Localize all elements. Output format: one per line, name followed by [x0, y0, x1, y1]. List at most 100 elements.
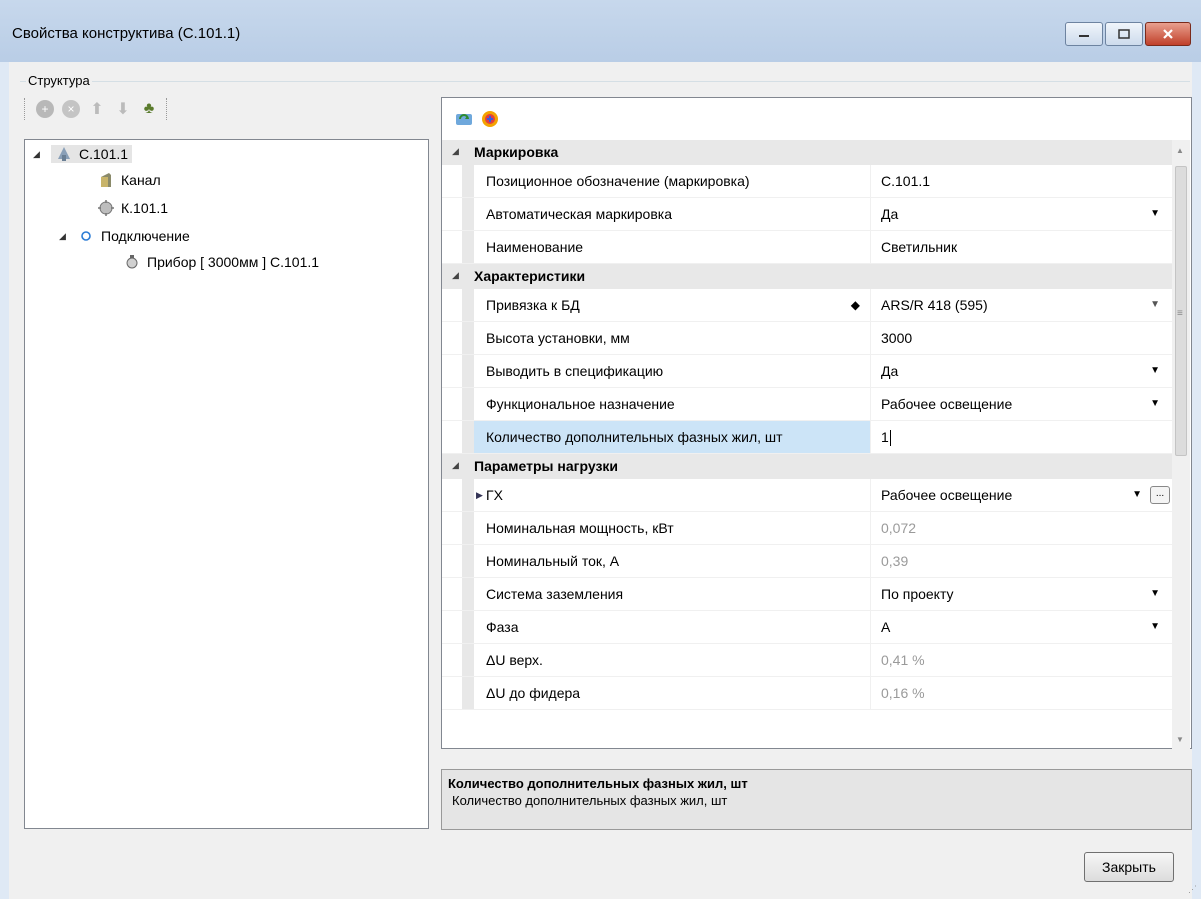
refresh-icon[interactable] — [454, 109, 474, 129]
property-value: 0,41 % — [870, 644, 1172, 676]
property-row[interactable]: Привязка к БД ◆ ARS/R 418 (595) ▼ — [442, 289, 1172, 322]
expand-icon[interactable]: ▶ — [476, 479, 483, 511]
property-name: Количество дополнительных фазных жил, шт — [462, 421, 870, 453]
property-value: 0,072 — [870, 512, 1172, 544]
property-value[interactable]: Рабочее освещение ▼... — [870, 479, 1172, 511]
property-name: Система заземления — [462, 578, 870, 610]
collapse-icon[interactable]: ◢ — [452, 460, 459, 471]
toolbar-grip — [24, 98, 26, 120]
property-name: Номинальный ток, А — [462, 545, 870, 577]
ellipsis-button[interactable]: ... — [1150, 486, 1170, 504]
property-name: Наименование — [462, 231, 870, 263]
connection-icon — [77, 227, 95, 245]
property-value-input[interactable]: 1 — [870, 421, 1172, 453]
collapse-icon[interactable]: ◢ — [452, 270, 459, 281]
scroll-up-icon[interactable]: ▲ — [1176, 146, 1184, 155]
text-cursor — [889, 430, 891, 447]
property-value[interactable]: Да ▼ — [870, 198, 1172, 230]
maximize-button[interactable] — [1105, 22, 1143, 46]
dropdown-arrow-icon[interactable]: ▼ — [1150, 289, 1160, 321]
dropdown-arrow-icon[interactable]: ▼ — [1150, 388, 1160, 420]
resize-grip-icon[interactable]: ⋰ — [1188, 884, 1197, 895]
property-row[interactable]: ΔU до фидера 0,16 % — [442, 677, 1172, 710]
property-name: Фаза — [462, 611, 870, 643]
category-characteristics[interactable]: ◢ Характеристики — [442, 264, 1172, 289]
scroll-down-icon[interactable]: ▼ — [1176, 735, 1184, 744]
delete-icon[interactable]: × — [62, 100, 80, 118]
tree-node-label: Канал — [121, 172, 161, 188]
structure-tree[interactable]: ◢ С.101.1 Канал К.101.1 ◢ Подключение Пр… — [24, 139, 429, 829]
category-marking[interactable]: ◢ Маркировка — [442, 140, 1172, 165]
category-load[interactable]: ◢ Параметры нагрузки — [442, 454, 1172, 479]
description-text: Количество дополнительных фазных жил, шт — [452, 793, 728, 808]
dropdown-arrow-icon[interactable]: ▼ — [1150, 578, 1160, 610]
properties-window: Свойства конструктива (С.101.1) Структур… — [0, 0, 1201, 899]
tree-node-channel[interactable]: Канал — [97, 169, 161, 191]
tree-node-label: С.101.1 — [79, 146, 129, 162]
structure-group-label: Структура — [26, 73, 92, 88]
sort-icon[interactable] — [480, 109, 500, 129]
property-name: Номинальная мощность, кВт — [462, 512, 870, 544]
tree-node-label: Прибор [ 3000мм ] С.101.1 — [147, 254, 320, 270]
property-name: Высота установки, мм — [462, 322, 870, 354]
junction-box-icon — [97, 199, 115, 217]
channel-icon — [97, 171, 115, 189]
name-text: ГХ — [486, 487, 503, 503]
dropdown-arrow-icon[interactable]: ▼ — [1150, 355, 1160, 387]
property-value[interactable]: 3000 — [870, 322, 1172, 354]
tree-node-connection[interactable]: ◢ Подключение — [59, 225, 190, 247]
property-row[interactable]: Функциональное назначение Рабочее освеще… — [442, 388, 1172, 421]
close-button[interactable]: Закрыть — [1084, 852, 1174, 882]
property-row[interactable]: Выводить в спецификацию Да ▼ — [442, 355, 1172, 388]
property-value[interactable]: Рабочее освещение ▼ — [870, 388, 1172, 420]
property-row[interactable]: ▶ ГХ Рабочее освещение ▼... — [442, 479, 1172, 512]
dropdown-arrow-icon[interactable]: ▼ — [1150, 198, 1160, 230]
property-row[interactable]: Наименование Светильник — [442, 231, 1172, 264]
minimize-button[interactable] — [1065, 22, 1103, 46]
property-row[interactable]: Позиционное обозначение (маркировка) С.1… — [442, 165, 1172, 198]
property-row[interactable]: Номинальный ток, А 0,39 — [442, 545, 1172, 578]
property-value[interactable]: ARS/R 418 (595) ▼ — [870, 289, 1172, 321]
tree-toolbar: + × ⬆ ⬇ ♣ — [24, 94, 170, 124]
tree-node-box[interactable]: К.101.1 — [97, 197, 168, 219]
property-value[interactable]: С.101.1 — [870, 165, 1172, 197]
property-row[interactable]: Высота установки, мм 3000 — [442, 322, 1172, 355]
value-text: ARS/R 418 (595) — [881, 297, 988, 313]
dropdown-arrow-icon[interactable]: ▼ — [1132, 479, 1142, 511]
move-down-icon[interactable]: ⬇ — [114, 100, 132, 118]
close-window-button[interactable] — [1145, 22, 1191, 46]
move-up-icon[interactable]: ⬆ — [88, 100, 106, 118]
window-title: Свойства конструктива (С.101.1) — [12, 25, 241, 42]
tree-node-root[interactable]: ◢ С.101.1 — [33, 143, 133, 165]
add-icon[interactable]: + — [36, 100, 54, 118]
property-row-selected[interactable]: Количество дополнительных фазных жил, шт… — [442, 421, 1172, 454]
category-label: Параметры нагрузки — [474, 458, 619, 474]
tree-node-label: К.101.1 — [121, 200, 169, 216]
collapse-icon[interactable]: ◢ — [452, 146, 459, 157]
group-divider — [20, 81, 1190, 82]
property-row[interactable]: Фаза А ▼ — [442, 611, 1172, 644]
tree-node-device[interactable]: Прибор [ 3000мм ] С.101.1 — [123, 251, 319, 273]
property-value[interactable]: Светильник — [870, 231, 1172, 263]
description-panel: Количество дополнительных фазных жил, шт… — [441, 769, 1192, 830]
scrollbar-grip-icon: ≡ — [1177, 308, 1183, 319]
value-text: Рабочее освещение — [881, 396, 1013, 412]
property-value[interactable]: Да ▼ — [870, 355, 1172, 387]
name-text: Привязка к БД — [486, 297, 580, 313]
property-grid[interactable]: ◢ Маркировка Позиционное обозначение (ма… — [442, 140, 1172, 750]
property-value[interactable]: По проекту ▼ — [870, 578, 1172, 610]
vertical-scrollbar[interactable]: ▲ ≡ ▼ — [1172, 140, 1190, 750]
property-row[interactable]: Автоматическая маркировка Да ▼ — [442, 198, 1172, 231]
property-row[interactable]: Номинальная мощность, кВт 0,072 — [442, 512, 1172, 545]
value-text: По проекту — [881, 586, 954, 602]
add-device-icon[interactable]: ♣ — [140, 100, 158, 118]
property-value: 0,39 — [870, 545, 1172, 577]
property-value[interactable]: А ▼ — [870, 611, 1172, 643]
collapse-icon[interactable]: ◢ — [33, 149, 43, 160]
property-name: Функциональное назначение — [462, 388, 870, 420]
collapse-icon[interactable]: ◢ — [59, 231, 69, 242]
property-row[interactable]: ΔU верх. 0,41 % — [442, 644, 1172, 677]
db-link-icon: ◆ — [850, 298, 860, 312]
property-row[interactable]: Система заземления По проекту ▼ — [442, 578, 1172, 611]
dropdown-arrow-icon[interactable]: ▼ — [1150, 611, 1160, 643]
